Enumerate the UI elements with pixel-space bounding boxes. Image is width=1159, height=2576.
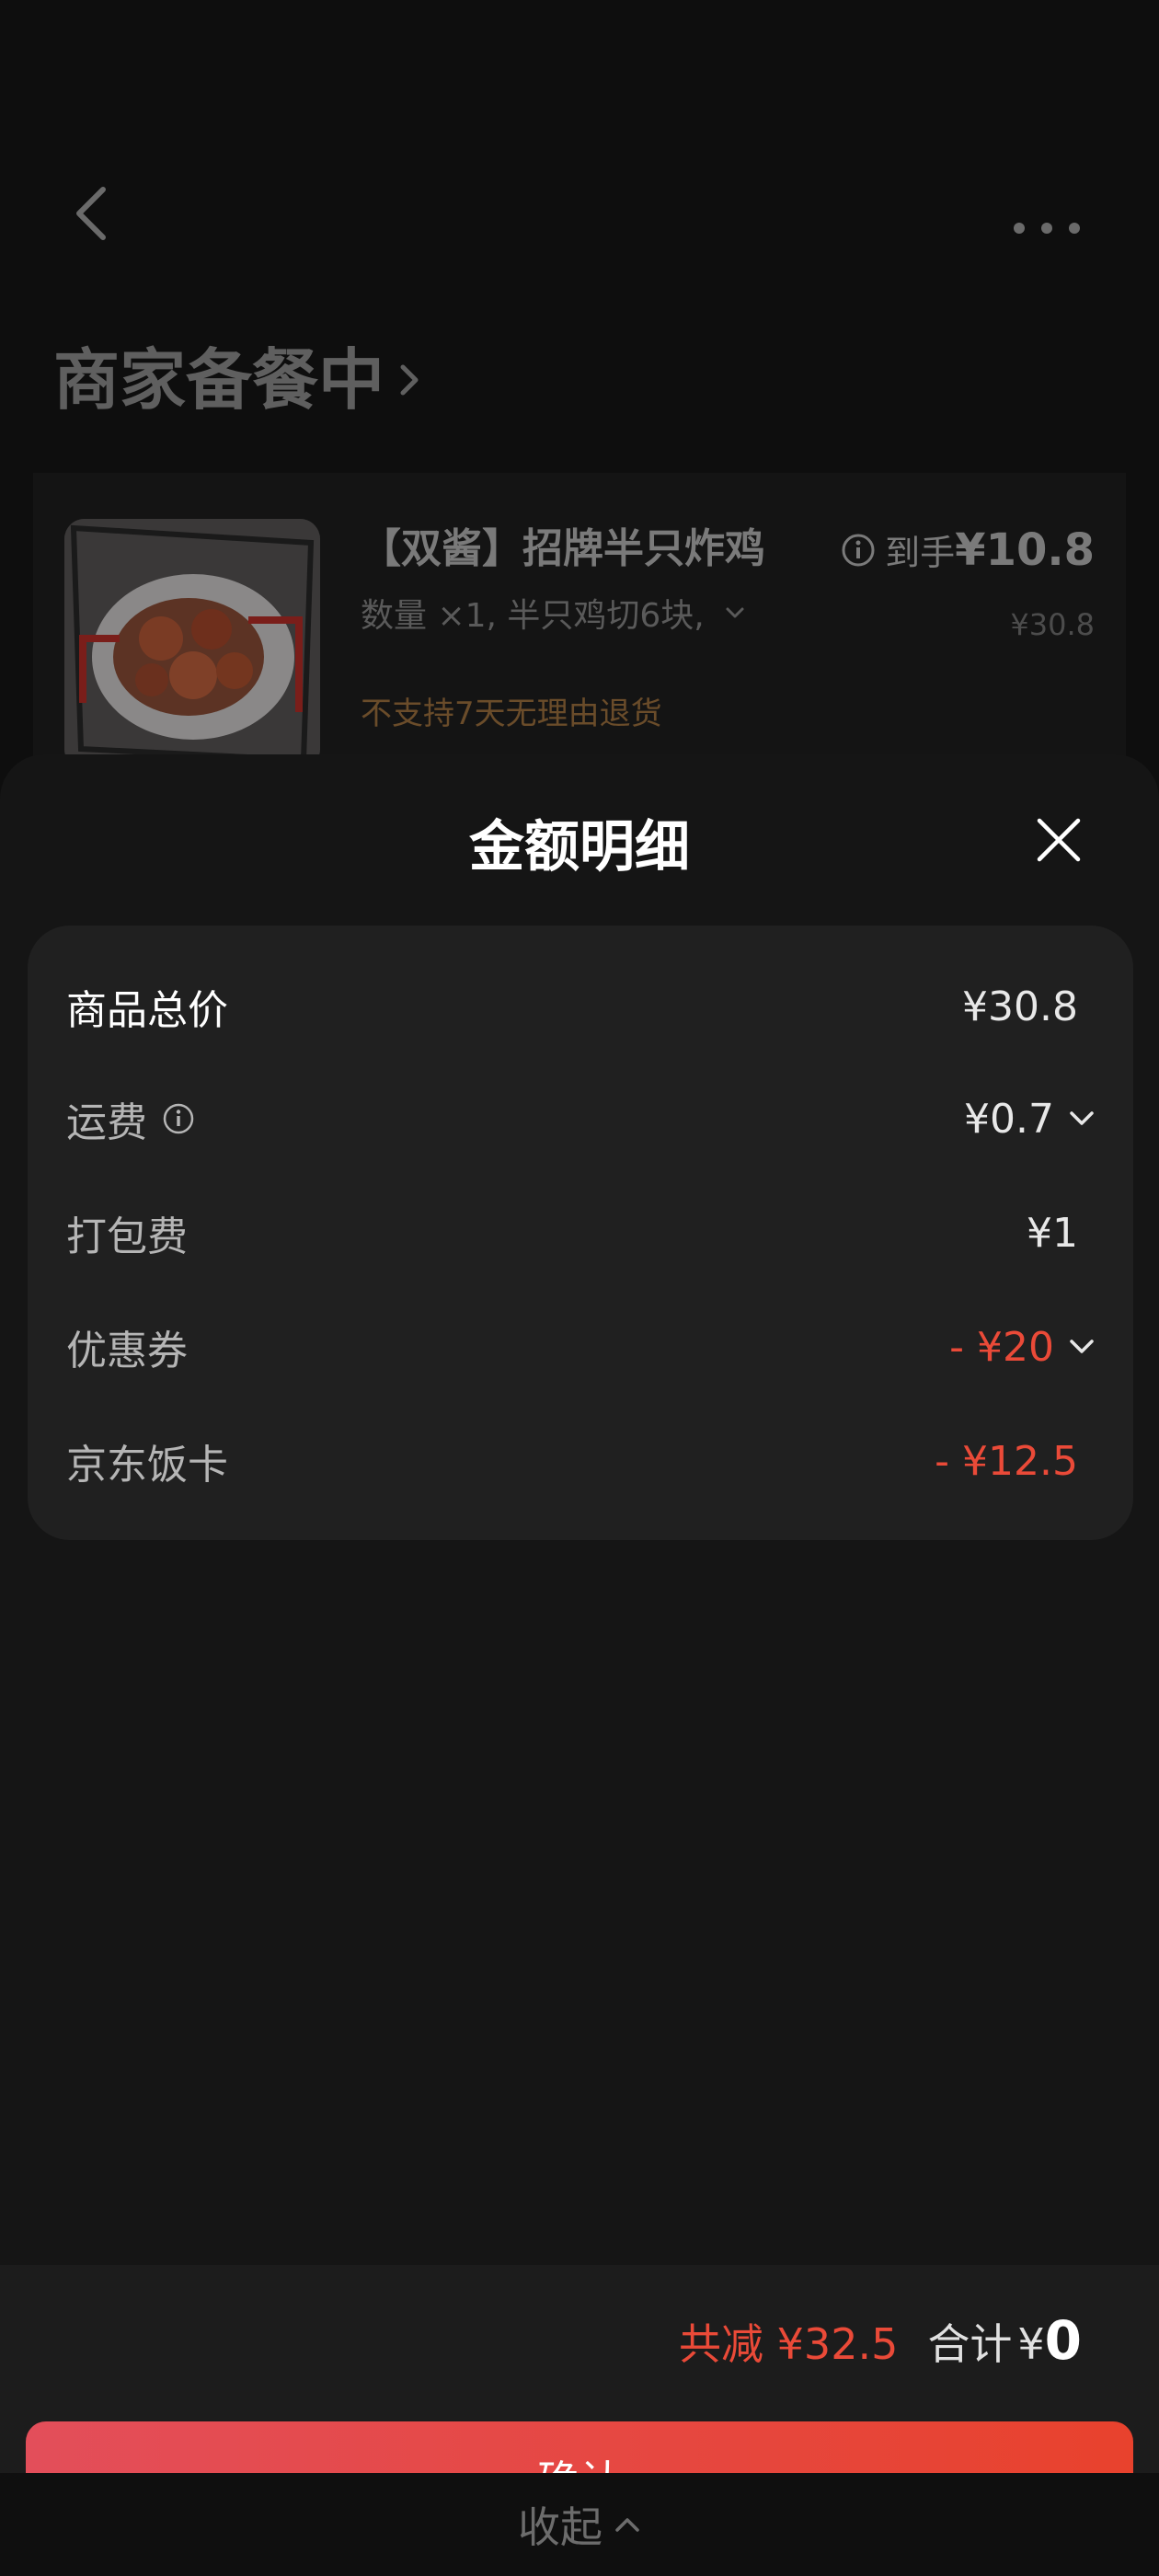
row-packing-fee: 打包费 ¥1 bbox=[66, 1196, 1078, 1270]
row-value-text: - ¥12.5 bbox=[935, 1437, 1078, 1485]
row-goods-total: 商品总价 ¥30.8 bbox=[66, 970, 1078, 1043]
row-value-text: ¥30.8 bbox=[962, 983, 1078, 1030]
price-value: ¥10.8 bbox=[955, 524, 1095, 576]
row-value: - ¥12.5 bbox=[935, 1438, 1078, 1485]
chevron-down-icon bbox=[726, 607, 744, 618]
price-summary: 共减 ¥32.5 合计 ¥ 0 bbox=[679, 2309, 1082, 2372]
total-savings: 共减 ¥32.5 bbox=[679, 2319, 899, 2369]
info-icon[interactable] bbox=[841, 533, 876, 568]
more-options-icon[interactable] bbox=[1010, 210, 1084, 247]
final-price: 到手 ¥10.8 bbox=[841, 524, 1095, 576]
row-label: 商品总价 bbox=[66, 987, 228, 1034]
row-value-text: ¥1 bbox=[1027, 1209, 1078, 1257]
original-price: ¥30.8 bbox=[1010, 607, 1095, 642]
total-value: 0 bbox=[1044, 2309, 1082, 2372]
collapse-label: 收起 bbox=[518, 2502, 602, 2552]
chevron-right-icon bbox=[400, 364, 419, 396]
order-status-text: 商家备餐中 bbox=[53, 341, 385, 419]
item-name[interactable]: 【双酱】招牌半只炸鸡 bbox=[361, 515, 765, 574]
collapse-bar[interactable]: 收起 bbox=[0, 2473, 1159, 2576]
back-arrow-icon[interactable] bbox=[66, 184, 118, 243]
chevron-down-icon bbox=[1070, 1340, 1094, 1353]
row-label: 打包费 bbox=[66, 1213, 188, 1260]
row-jd-meal-card: 京东饭卡 - ¥12.5 bbox=[66, 1424, 1078, 1498]
row-value: ¥1 bbox=[1027, 1210, 1078, 1257]
row-coupon[interactable]: 优惠券 - ¥20 bbox=[66, 1310, 1095, 1384]
item-spec[interactable]: 数量 ×1, 半只鸡切6块, bbox=[361, 589, 745, 637]
row-label: 优惠券 bbox=[66, 1328, 188, 1374]
row-value: ¥30.8 bbox=[962, 983, 1078, 1030]
close-icon[interactable] bbox=[1036, 817, 1082, 863]
row-value: ¥0.7 bbox=[964, 1096, 1095, 1143]
order-status-title[interactable]: 商家备餐中 bbox=[53, 339, 423, 421]
item-spec-text: 数量 ×1, 半只鸡切6块, bbox=[361, 597, 705, 635]
food-image[interactable] bbox=[64, 519, 320, 769]
price-label: 到手 bbox=[885, 533, 956, 573]
chevron-down-icon bbox=[1070, 1111, 1094, 1125]
row-label: 运费 bbox=[66, 1089, 195, 1148]
total-currency: ¥ bbox=[1017, 2319, 1045, 2369]
row-delivery-fee[interactable]: 运费 ¥0.7 bbox=[66, 1082, 1095, 1156]
return-policy-note: 不支持7天无理由退货 bbox=[361, 696, 662, 732]
row-value-text: - ¥20 bbox=[949, 1323, 1054, 1371]
info-icon[interactable] bbox=[162, 1102, 195, 1135]
collapse-button[interactable]: 收起 bbox=[518, 2494, 641, 2555]
total-label: 合计 bbox=[927, 2319, 1013, 2369]
chevron-up-icon bbox=[615, 2518, 639, 2532]
row-value-text: ¥0.7 bbox=[964, 1095, 1054, 1143]
sheet-title: 金额明细 bbox=[469, 815, 690, 880]
row-label: 京东饭卡 bbox=[66, 1442, 228, 1489]
row-label-text: 运费 bbox=[66, 1099, 147, 1146]
row-value: - ¥20 bbox=[949, 1324, 1095, 1371]
